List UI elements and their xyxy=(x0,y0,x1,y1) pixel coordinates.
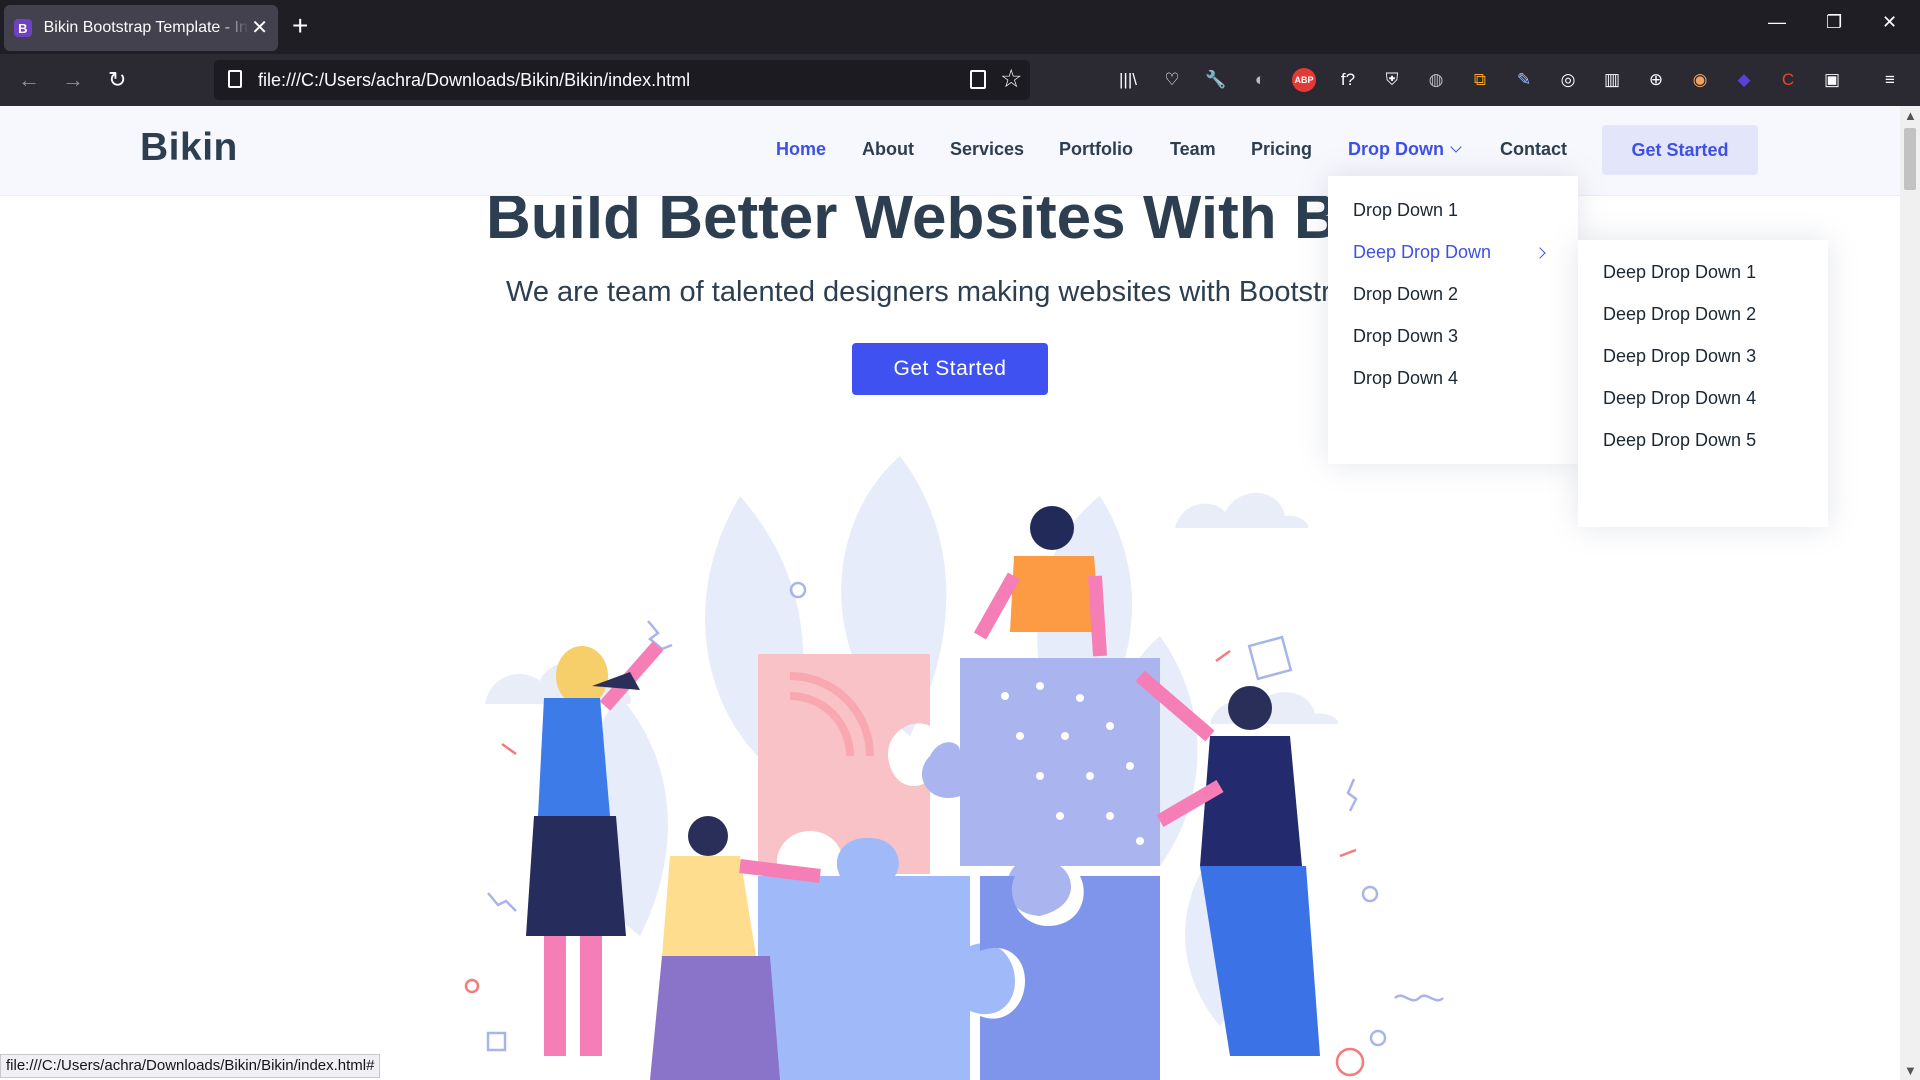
scroll-thumb[interactable] xyxy=(1904,128,1916,190)
page-scrollbar[interactable]: ▲ ▼ xyxy=(1900,106,1920,1080)
nav-contact[interactable]: Contact xyxy=(1500,139,1567,160)
adblock-plus-icon[interactable]: ABP xyxy=(1292,68,1316,92)
screenshot-icon[interactable]: ▣ xyxy=(1820,68,1844,92)
header-get-started-button[interactable]: Get Started xyxy=(1602,125,1758,175)
wrench-icon[interactable]: 🔧 xyxy=(1204,68,1228,92)
privacy-shield-icon[interactable]: ⛨ xyxy=(1380,68,1404,92)
hero-subtitle: We are team of talented designers making… xyxy=(506,276,1364,308)
deep-dropdown-item-2[interactable]: Deep Drop Down 2 xyxy=(1603,304,1756,325)
page-viewport: Bikin Home About Services Portfolio Team… xyxy=(0,106,1900,1080)
new-tab-button[interactable]: + xyxy=(292,12,308,40)
minimize-button[interactable]: — xyxy=(1768,12,1786,33)
site-logo[interactable]: Bikin xyxy=(140,126,238,170)
deep-dropdown-item-3[interactable]: Deep Drop Down 3 xyxy=(1603,346,1756,367)
status-bar-link: file:///C:/Users/achra/Downloads/Bikin/B… xyxy=(0,1054,381,1078)
nav-team[interactable]: Team xyxy=(1170,139,1216,160)
deep-dropdown-item-1[interactable]: Deep Drop Down 1 xyxy=(1603,262,1756,283)
back-button[interactable]: ← xyxy=(18,66,40,94)
pen-icon[interactable]: ✎ xyxy=(1512,68,1536,92)
reload-button[interactable]: ↻ xyxy=(108,66,126,94)
hamburger-menu-icon[interactable]: ≡ xyxy=(1878,68,1902,92)
address-bar[interactable]: file:///C:/Users/achra/Downloads/Bikin/B… xyxy=(214,60,1030,100)
nav-dropdown[interactable]: Drop Down xyxy=(1348,139,1462,160)
browser-tab-bar: B Bikin Bootstrap Template - Index ✕ + —… xyxy=(0,0,1920,54)
nav-pricing[interactable]: Pricing xyxy=(1251,139,1312,160)
c-extension-icon[interactable]: C xyxy=(1776,68,1800,92)
page-icon xyxy=(228,70,242,88)
diamond-icon[interactable]: ◆ xyxy=(1732,68,1756,92)
dropdown-item-4[interactable]: Drop Down 4 xyxy=(1353,368,1458,389)
grid-icon[interactable]: ▥ xyxy=(1600,68,1624,92)
world-icon[interactable]: ◍ xyxy=(1424,68,1448,92)
dropdown-item-3[interactable]: Drop Down 3 xyxy=(1353,326,1458,347)
dropdown-item-1[interactable]: Drop Down 1 xyxy=(1353,200,1458,221)
scroll-up-icon[interactable]: ▲ xyxy=(1904,108,1917,123)
forward-button[interactable]: → xyxy=(62,66,84,94)
function-icon[interactable]: f? xyxy=(1336,68,1360,92)
deep-dropdown-menu: Deep Drop Down 1 Deep Drop Down 2 Deep D… xyxy=(1578,240,1828,527)
bookmark-star-icon[interactable]: ☆ xyxy=(1000,64,1022,94)
url-text[interactable]: file:///C:/Users/achra/Downloads/Bikin/B… xyxy=(258,70,690,91)
bootstrap-favicon-icon: B xyxy=(14,19,32,37)
tab-title: Bikin Bootstrap Template - Index xyxy=(43,19,250,36)
instagram-icon[interactable]: ◎ xyxy=(1556,68,1580,92)
translate-icon[interactable]: ⊕ xyxy=(1644,68,1668,92)
nav-home[interactable]: Home xyxy=(776,139,826,160)
tab-close-icon[interactable]: ✕ xyxy=(251,18,268,38)
nav-portfolio[interactable]: Portfolio xyxy=(1059,139,1133,160)
dropdown-item-2[interactable]: Drop Down 2 xyxy=(1353,284,1458,305)
dropdown-menu: Drop Down 1 Deep Drop Down Drop Down 2 D… xyxy=(1328,176,1578,464)
globe-shield-icon[interactable]: ◐ xyxy=(1248,68,1272,92)
copy-icon[interactable]: ⧉ xyxy=(1468,68,1492,92)
hero-illustration xyxy=(464,456,1444,1080)
nav-about[interactable]: About xyxy=(862,139,914,160)
site-header: Bikin Home About Services Portfolio Team… xyxy=(0,106,1900,196)
chevron-right-icon xyxy=(1534,247,1546,259)
deep-dropdown-item-5[interactable]: Deep Drop Down 5 xyxy=(1603,430,1756,451)
hero-get-started-button[interactable]: Get Started xyxy=(852,343,1048,395)
pocket-icon[interactable]: ♡ xyxy=(1160,68,1184,92)
restore-button[interactable]: ❐ xyxy=(1826,12,1842,33)
close-window-button[interactable]: ✕ xyxy=(1882,12,1897,33)
scroll-down-icon[interactable]: ▼ xyxy=(1904,1063,1917,1078)
nav-services[interactable]: Services xyxy=(950,139,1024,160)
dropdown-item-deep[interactable]: Deep Drop Down xyxy=(1353,242,1491,263)
deep-dropdown-item-4[interactable]: Deep Drop Down 4 xyxy=(1603,388,1756,409)
nav-dropdown-label: Drop Down xyxy=(1348,139,1444,159)
browser-tab[interactable]: B Bikin Bootstrap Template - Index ✕ xyxy=(4,5,278,51)
reader-view-icon[interactable] xyxy=(970,70,986,89)
mask-icon[interactable]: ◉ xyxy=(1688,68,1712,92)
library-icon[interactable]: |||\ xyxy=(1116,68,1140,92)
chevron-down-icon xyxy=(1450,141,1462,153)
